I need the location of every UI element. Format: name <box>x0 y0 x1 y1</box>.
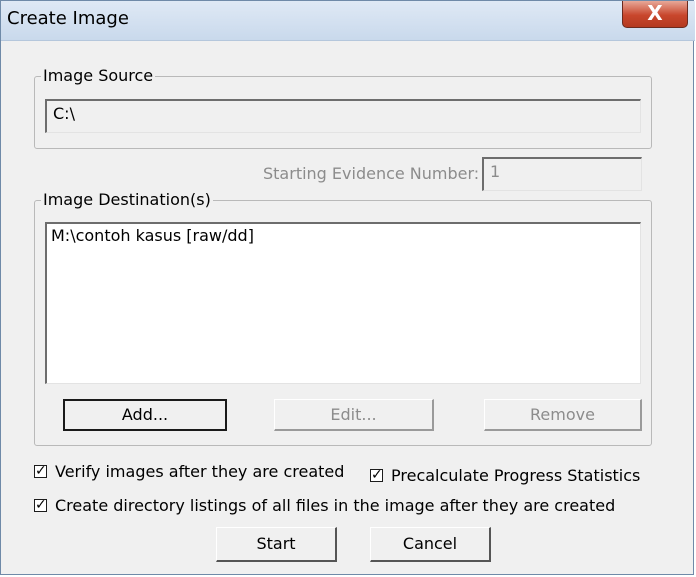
create-image-dialog: Create Image X Image Source C:\ Starting… <box>0 0 695 575</box>
remove-button[interactable]: Remove <box>484 399 642 431</box>
starting-evidence-label: Starting Evidence Number: <box>263 164 480 183</box>
verify-images-checkbox[interactable]: ✓ Verify images after they are created <box>34 462 344 481</box>
precalculate-label: Precalculate Progress Statistics <box>391 466 641 485</box>
close-button[interactable]: X <box>622 1 688 28</box>
directory-listings-checkbox[interactable]: ✓ Create directory listings of all files… <box>34 496 615 515</box>
cancel-button[interactable]: Cancel <box>370 527 491 562</box>
precalculate-checkbox[interactable]: ✓ Precalculate Progress Statistics <box>370 466 640 485</box>
title-bar: Create Image X <box>1 1 695 41</box>
starting-evidence-field[interactable]: 1 <box>482 157 642 191</box>
image-source-legend: Image Source <box>41 66 156 86</box>
add-button[interactable]: Add... <box>63 399 227 431</box>
list-item[interactable]: M:\contoh kasus [raw/dd] <box>51 226 636 245</box>
verify-checkbox-box[interactable]: ✓ <box>34 463 47 479</box>
image-destination-list[interactable]: M:\contoh kasus [raw/dd] <box>45 222 641 384</box>
check-icon: ✓ <box>35 497 47 513</box>
verify-images-label: Verify images after they are created <box>55 462 345 481</box>
window-title: Create Image <box>7 8 129 29</box>
check-icon: ✓ <box>35 463 47 479</box>
image-source-field[interactable]: C:\ <box>45 99 641 133</box>
image-destination-legend: Image Destination(s) <box>41 190 213 210</box>
precalculate-checkbox-box[interactable]: ✓ <box>370 467 383 483</box>
close-icon: X <box>647 1 663 25</box>
edit-button[interactable]: Edit... <box>274 399 434 431</box>
start-button[interactable]: Start <box>216 527 337 562</box>
check-icon: ✓ <box>371 467 383 483</box>
directory-listings-checkbox-box[interactable]: ✓ <box>34 497 47 513</box>
directory-listings-label: Create directory listings of all files i… <box>55 496 616 515</box>
